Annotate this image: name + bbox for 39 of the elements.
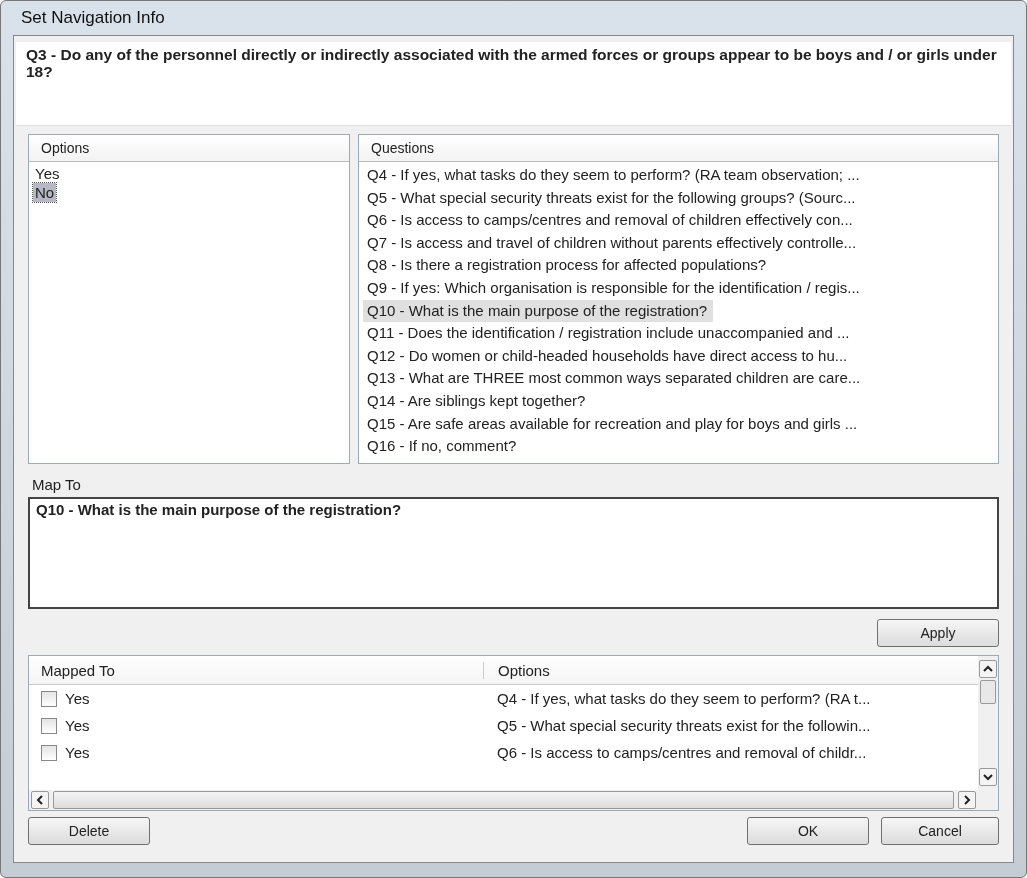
question-item[interactable]: Q10 - What is the main purpose of the registration?	[363, 299, 714, 323]
question-item[interactable]: Q14 - Are siblings kept together?	[363, 389, 592, 413]
table-cell: Yes	[65, 744, 90, 761]
checkbox[interactable]	[41, 690, 57, 707]
apply-button[interactable]: Apply	[877, 619, 999, 647]
question-item[interactable]: Q15 - Are safe areas available for recreation and play for boys and girls ...	[363, 412, 864, 436]
map-to-label: Map To	[32, 476, 82, 493]
question-item[interactable]: Q16 - If no, comment?	[363, 435, 523, 458]
question-item[interactable]: Q6 - Is access to camps/centres and removal of children effectively con...	[363, 209, 859, 232]
window-title: Set Navigation Info	[21, 8, 165, 28]
cancel-button[interactable]: Cancel	[881, 817, 999, 845]
question-item[interactable]: Q5 - What special security threats exist for the following groups? (Sourc...	[363, 186, 862, 210]
map-to-field[interactable]: Q10 - What is the main purpose of the registration?	[28, 497, 999, 609]
table-cell-text: Q6 - Is access to camps/centres and removal of childr...	[496, 744, 868, 761]
delete-button[interactable]: Delete	[28, 817, 150, 845]
question-item[interactable]: Q8 - Is there a registration process for affected populations?	[363, 254, 773, 277]
question-text: Q3 - Do any of the personnel directly or indirectly associated with the armed forces or groups appear to be boys and / or girls under 18?	[26, 46, 998, 80]
question-item[interactable]: Q11 - Does the identification / registration include unaccompanied and ...	[363, 322, 856, 345]
scroll-thumb[interactable]	[980, 680, 996, 704]
scroll-up-icon[interactable]	[979, 660, 997, 678]
option-item[interactable]: No	[33, 183, 57, 202]
question-item[interactable]: Q12 - Do women or child-headed households have direct access to hu...	[363, 344, 854, 368]
scroll-down-icon[interactable]	[979, 768, 997, 786]
table-cell: Yes	[65, 690, 90, 707]
table-cell-text: Q4 - If yes, what tasks do they seem to perform? (RA t...	[496, 690, 872, 707]
scroll-right-icon[interactable]	[958, 791, 976, 809]
vertical-scrollbar[interactable]	[978, 656, 998, 810]
question-item[interactable]: Q4 - If yes, what tasks do they seem to perform? (RA team observation; ...	[363, 164, 866, 187]
table-cell-text: Q5 - What special security threats exist for the followin...	[496, 717, 872, 734]
ok-button[interactable]: OK	[747, 817, 869, 845]
scroll-left-icon[interactable]	[31, 791, 49, 809]
question-item[interactable]: Q7 - Is access and travel of children without parents effectively controlle...	[363, 231, 863, 255]
column-header[interactable]: Mapped To	[29, 661, 483, 679]
option-item[interactable]: Yes	[33, 164, 62, 183]
checkbox[interactable]	[41, 744, 57, 761]
question-item[interactable]: Q13 - What are THREE most common ways separated children are care...	[363, 367, 867, 390]
question-item[interactable]: Q9 - If yes: Which organisation is responsible for the identification / regis...	[363, 276, 866, 300]
table-cell: Yes	[65, 717, 90, 734]
checkbox[interactable]	[41, 717, 57, 734]
